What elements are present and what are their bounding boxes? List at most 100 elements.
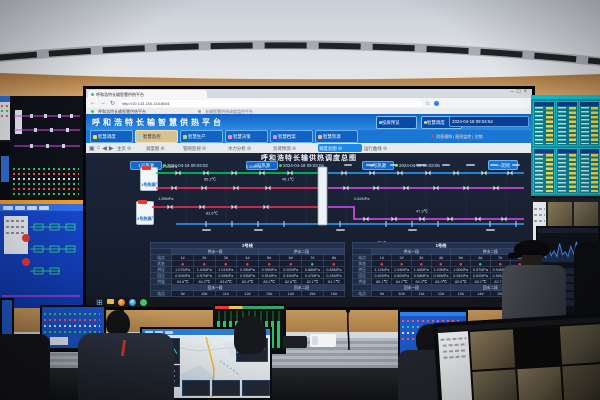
module-button[interactable]: 智慧资源: [315, 130, 358, 143]
module-label: 智慧决策: [233, 133, 251, 139]
workspace-tab[interactable]: 调度总图 ⊗: [318, 144, 362, 152]
status-dot-icon: [459, 263, 462, 266]
fullscreen-icon[interactable]: ▣: [89, 145, 95, 152]
explorer-icon[interactable]: [107, 299, 114, 304]
readout: 1.10MPa: [162, 165, 177, 169]
value-cell: 0.97MPa: [471, 267, 491, 273]
operator-seated-left: [78, 310, 174, 400]
browser-tab-strip: 呼和浩特长输智慧供热平台 –□×: [86, 89, 532, 98]
workspace-tab[interactable]: 负荷预测 ⊗: [272, 144, 316, 152]
prev-icon[interactable]: ◀: [102, 145, 107, 152]
cast-preview-button[interactable]: 投屏预览: [376, 116, 417, 129]
map-overlay-card: [212, 380, 240, 396]
workspace-tabs: 主页 ⊗调度图 ⊗ 管网监视 ⊗水力分析 ⊗ 负荷预测 ⊗调度总图 ⊗ 运行曲线 ⊗: [116, 144, 408, 152]
module-label: 智慧调度: [98, 133, 116, 139]
browser-tab[interactable]: 呼和浩特长输智慧供热平台: [88, 90, 207, 98]
bookmark-favicon-icon: [91, 110, 94, 113]
status-dot-icon: [479, 263, 482, 266]
workspace-tab-row: ▣ ⌂ ◀ ▶ 主页 ⊗调度图 ⊗ 管网监视 ⊗水力分析 ⊗ 负荷预测 ⊗调度总图 …: [86, 143, 532, 153]
status-dot-icon: [311, 263, 314, 266]
cctv-grid: [469, 323, 600, 400]
camera-thumbnail[interactable]: [560, 324, 600, 364]
phone-handset: [312, 336, 318, 345]
browser-tab-title: 呼和浩特长输智慧供热平台: [96, 91, 144, 97]
readout: 0.62MPa: [354, 197, 369, 201]
workspace-tab-label: 调度图 ⊗: [146, 145, 165, 151]
home-icon[interactable]: ⌂: [97, 145, 101, 151]
workspace-tab-label: 调度总图 ⊗: [319, 145, 342, 151]
module-label: 智慧监控: [143, 133, 161, 139]
value-cell: 1.12MPa: [372, 267, 392, 273]
status-dot-icon: [333, 263, 336, 266]
forward-icon[interactable]: →: [100, 100, 106, 106]
camera-thumbnail[interactable]: [472, 369, 517, 400]
bookmark-star-icon[interactable]: ☆: [425, 100, 430, 107]
user-bar-text: 消息通知 | 图形监控 | 注销: [436, 134, 483, 140]
intercom-console[interactable]: [283, 336, 307, 348]
dispatch-diagram-canvas: 呼和浩特长输供热调度总图 1号热源 2024-04-18 09:03:02 2号…: [86, 153, 532, 297]
value-cell: 0.47MPa: [302, 273, 324, 279]
camera-thumbnail[interactable]: [517, 367, 562, 400]
status-dot-icon: [420, 263, 423, 266]
firefox-icon[interactable]: [118, 299, 125, 306]
ceiling: [0, 0, 600, 96]
cctv-review-monitor: [433, 313, 600, 400]
workspace-tab[interactable]: 主页 ⊗: [116, 144, 144, 152]
workspace-tab-label: 运行曲线 ⊗: [364, 145, 387, 151]
person-body: [78, 333, 174, 400]
green-app-icon[interactable]: [140, 299, 147, 306]
window-controls[interactable]: –□×: [511, 89, 530, 95]
workspace-tab[interactable]: 水力分析 ⊗: [227, 144, 271, 152]
station-label: [254, 229, 263, 231]
user-bar[interactable]: 消息通知 | 图形监控 | 注销: [431, 131, 529, 142]
operator-head-center: [234, 316, 266, 354]
module-button[interactable]: 智慧决策: [225, 130, 268, 143]
bookmark-item[interactable]: 长输智慧供热调度监控平台: [205, 108, 253, 114]
module-label: 智慧资源: [323, 133, 341, 139]
camera-thumbnail[interactable]: [515, 327, 560, 368]
module-button[interactable]: 智慧调度: [90, 130, 133, 143]
video-wall-desktop: 呼和浩特长输智慧供热平台 –□× ← → ↻ http://10.133.154…: [86, 89, 532, 307]
readout: 0.59MPa: [246, 165, 261, 169]
value-cell: 1.04MPa: [193, 267, 215, 273]
module-icon: [318, 135, 322, 139]
status-dot-icon: [203, 263, 206, 266]
smart-dispatch-label: 智慧调度: [427, 119, 445, 125]
module-icon: [138, 135, 142, 139]
refresh-icon[interactable]: ↻: [110, 100, 115, 107]
back-icon[interactable]: ←: [90, 100, 96, 106]
readout: 1.05MPa: [158, 197, 173, 201]
map-overlay-card: [242, 380, 270, 396]
module-icon: [93, 135, 97, 139]
desk-phone[interactable]: [310, 334, 336, 347]
station-label: [490, 164, 498, 166]
app-title: 呼和浩特长输智慧供热平台: [92, 117, 224, 128]
next-icon[interactable]: ▶: [109, 145, 114, 152]
workspace-tab[interactable]: 调度图 ⊗: [145, 144, 181, 152]
module-button[interactable]: 智慧监控: [135, 130, 178, 143]
edge-icon[interactable]: e: [129, 299, 136, 306]
bookmark-item[interactable]: 呼和浩特长输智慧供热平台: [98, 108, 146, 114]
workspace-tab-label: 水力分析 ⊗: [228, 145, 251, 151]
module-button[interactable]: 智慧生产: [180, 130, 223, 143]
close-icon[interactable]: ×: [523, 89, 530, 95]
map-overlay-card: [182, 380, 210, 396]
camera-thumbnail[interactable]: [470, 329, 515, 370]
value-cell: 0.62MPa: [372, 273, 392, 279]
workspace-tab[interactable]: 运行曲线 ⊗: [363, 144, 407, 152]
module-label: 智慧生产: [188, 133, 206, 139]
status-dot-icon: [400, 263, 403, 266]
readout: 85.2℃: [204, 177, 216, 181]
workspace-tab[interactable]: 管网监视 ⊗: [182, 144, 226, 152]
value-cell: 0.58MPa: [411, 273, 431, 279]
module-button[interactable]: 智慧档案: [270, 130, 313, 143]
video-wall: 呼和浩特长输智慧供热平台 –□× ← → ↻ http://10.133.154…: [83, 86, 535, 310]
status-dot-icon: [225, 263, 228, 266]
station-label: [390, 164, 398, 166]
value-cell: 1.00MPa: [451, 267, 471, 273]
station-label: [336, 229, 345, 231]
url-field[interactable]: http://10.133.154.134:8081: [119, 100, 422, 107]
value-cell: 0.55MPa: [215, 273, 237, 279]
camera-thumbnail[interactable]: [562, 364, 600, 400]
avatar[interactable]: [434, 101, 439, 106]
